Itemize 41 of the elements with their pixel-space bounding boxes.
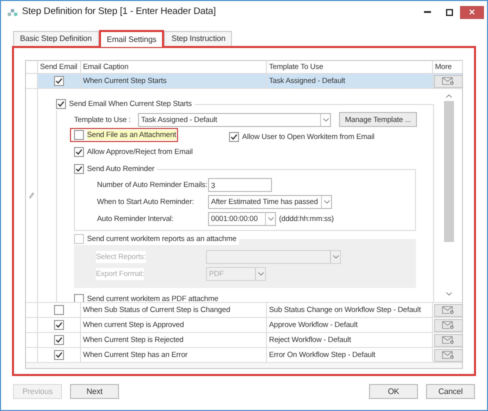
caret-icon — [322, 118, 328, 122]
checkbox[interactable] — [74, 294, 84, 302]
caret-icon — [324, 200, 330, 204]
checkbox[interactable] — [74, 130, 84, 140]
checkbox[interactable] — [74, 164, 84, 174]
more-button[interactable] — [434, 74, 462, 88]
app-icon — [7, 8, 18, 16]
checkbox[interactable] — [54, 320, 64, 330]
close-button[interactable] — [460, 6, 484, 18]
caret-icon — [332, 255, 338, 259]
envelope-gear-icon — [442, 306, 454, 314]
more-button[interactable] — [434, 318, 462, 332]
checkbox[interactable] — [54, 350, 64, 360]
ok-button[interactable]: OK — [369, 384, 418, 399]
checkbox[interactable] — [54, 305, 64, 315]
checkbox[interactable] — [54, 76, 64, 86]
checkbox[interactable] — [54, 335, 64, 345]
close-icon — [469, 9, 475, 15]
minimize-icon — [424, 11, 430, 13]
tab[interactable]: Step Instruction — [164, 31, 232, 46]
window-title: Step Definition for Step [1 - Enter Header Data] — [22, 4, 216, 19]
checkbox[interactable] — [56, 99, 66, 109]
more-button[interactable] — [434, 304, 462, 316]
maximize-icon — [446, 8, 452, 16]
envelope-gear-icon — [442, 321, 454, 329]
scroll-down-icon[interactable] — [446, 292, 452, 296]
checkbox[interactable] — [229, 132, 240, 142]
scroll-up-icon[interactable] — [446, 94, 452, 98]
next-button[interactable]: Next — [70, 384, 119, 399]
caret-icon — [268, 217, 274, 221]
pencil-icon — [29, 192, 34, 199]
more-button[interactable] — [434, 348, 462, 362]
more-button[interactable] — [434, 334, 462, 346]
envelope-gear-icon — [442, 336, 454, 344]
tab[interactable]: Email Settings — [98, 30, 164, 47]
cancel-button[interactable]: Cancel — [426, 384, 475, 399]
tab[interactable]: Basic Step Definition — [13, 31, 99, 46]
envelope-gear-icon — [442, 351, 454, 359]
caret-icon — [258, 272, 264, 276]
envelope-gear-icon — [442, 77, 454, 85]
checkbox[interactable] — [74, 147, 84, 157]
